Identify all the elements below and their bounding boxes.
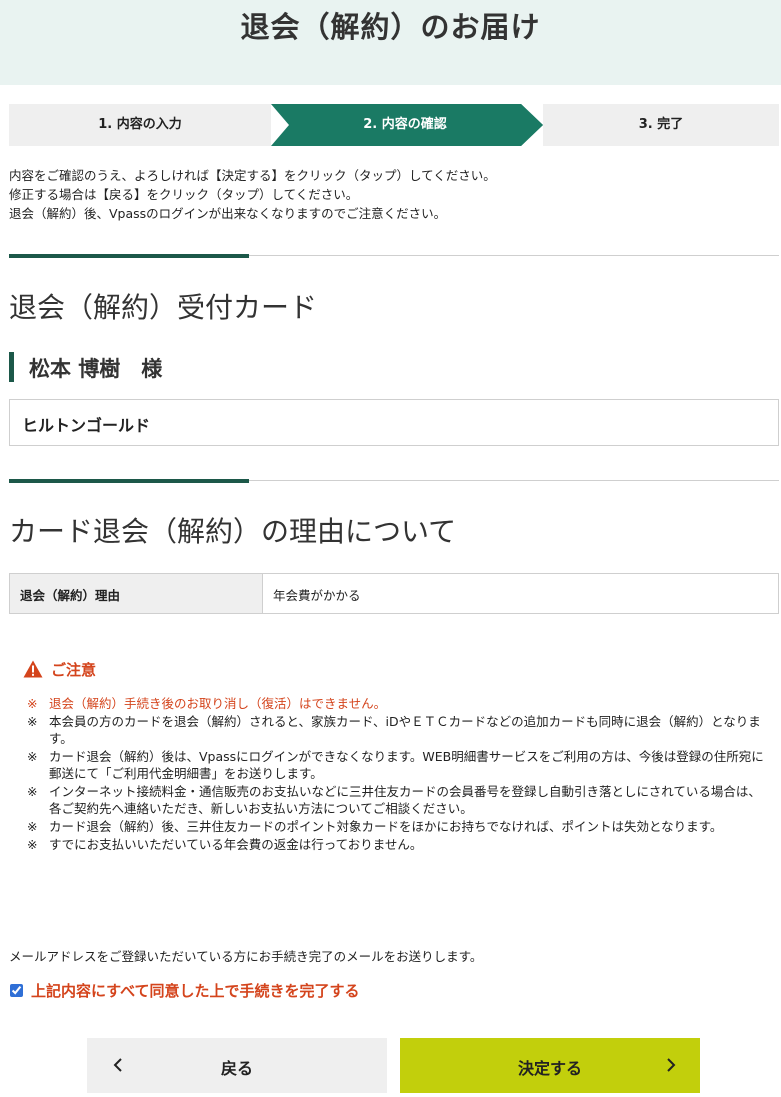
- card-section-title: 退会（解約）受付カード: [9, 291, 318, 324]
- submit-button-label: 決定する: [517, 1059, 582, 1078]
- step-2-confirm: 2. 内容の確認: [363, 117, 447, 132]
- notice-item: ※ すでにお支払いいただいている年会費の返金は行っておりません。: [27, 836, 767, 853]
- page-title: 退会（解約）のお届け: [240, 10, 541, 44]
- back-button-label: 戻る: [220, 1059, 253, 1078]
- notice-title: ご注意: [51, 661, 97, 679]
- note-mark: ※: [27, 696, 38, 711]
- note-mark: ※: [27, 784, 38, 799]
- intro-text: 内容をご確認のうえ、よろしければ【決定する】をクリック（タップ）してください。 …: [9, 166, 774, 223]
- chevron-right-icon: [667, 1058, 676, 1072]
- notice-text: インターネット接続料金・通信販売のお支払いなどに三井住友カードの会員番号を登録し…: [49, 784, 761, 816]
- agree-checkbox[interactable]: [10, 984, 23, 997]
- card-box: ヒルトンゴールド: [9, 399, 779, 446]
- step-3-arrow-notch: [521, 104, 543, 146]
- intro-line: 退会（解約）後、Vpassのログインが出来なくなりますのでご注意ください。: [9, 206, 447, 221]
- note-mark: ※: [27, 749, 38, 764]
- notice-text: すでにお支払いいただいている年会費の返金は行っておりません。: [49, 837, 423, 852]
- reason-label-cell: 退会（解約）理由: [10, 574, 263, 613]
- step-progress: 1. 内容の入力 3. 完了 2. 内容の確認: [9, 104, 779, 146]
- heading-accent-bar: [9, 352, 14, 382]
- note-mark: ※: [27, 714, 38, 729]
- holder-name: 松本 博樹 様: [29, 357, 163, 381]
- notice-item: ※ 本会員の方のカードを退会（解約）されると、家族カード、iDやＥＴＣカードなど…: [27, 713, 767, 747]
- step-1-input: 1. 内容の入力: [9, 104, 271, 146]
- submit-button[interactable]: 決定する: [400, 1038, 700, 1093]
- notice-item: ※ インターネット接続料金・通信販売のお支払いなどに三井住友カードの会員番号を登…: [27, 783, 767, 817]
- note-mark: ※: [27, 837, 38, 852]
- notice-item: ※ カード退会（解約）後は、Vpassにログインができなくなります。WEB明細書…: [27, 748, 767, 782]
- note-mark: ※: [27, 819, 38, 834]
- notice-item: ※ カード退会（解約）後、三井住友カードのポイント対象カードをほかにお持ちでなけ…: [27, 818, 767, 835]
- notice-text: カード退会（解約）後は、Vpassにログインができなくなります。WEB明細書サー…: [49, 749, 764, 781]
- warning-icon: [23, 660, 43, 678]
- mail-notice: メールアドレスをご登録いただいている方にお手続き完了のメールをお送りします。: [9, 949, 483, 964]
- section-accent-bar: [9, 254, 249, 258]
- step-3-complete: 3. 完了: [543, 104, 779, 146]
- agree-label[interactable]: 上記内容にすべて同意した上で手続きを完了する: [31, 980, 360, 1001]
- reason-table: 退会（解約）理由 年会費がかかる: [9, 573, 779, 614]
- notice-item: ※ 退会（解約）手続き後のお取り消し（復活）はできません。: [27, 695, 767, 712]
- notice-text: カード退会（解約）後、三井住友カードのポイント対象カードをほかにお持ちでなければ…: [49, 819, 723, 834]
- intro-line: 修正する場合は【戻る】をクリック（タップ）してください。: [9, 187, 359, 202]
- reason-section-title: カード退会（解約）の理由について: [9, 515, 457, 548]
- reason-label: 退会（解約）理由: [20, 588, 121, 603]
- notice-text: 退会（解約）手続き後のお取り消し（復活）はできません。: [49, 696, 387, 711]
- section-accent-bar: [9, 479, 249, 483]
- intro-line: 内容をご確認のうえ、よろしければ【決定する】をクリック（タップ）してください。: [9, 168, 496, 183]
- page-header: 退会（解約）のお届け: [0, 0, 781, 85]
- notice-list: ※ 退会（解約）手続き後のお取り消し（復活）はできません。 ※ 本会員の方のカー…: [27, 695, 767, 854]
- notice-text: 本会員の方のカードを退会（解約）されると、家族カード、iDやＥＴＣカードなどの追…: [49, 714, 761, 746]
- back-button[interactable]: 戻る: [87, 1038, 387, 1093]
- card-name: ヒルトンゴールド: [22, 416, 151, 435]
- reason-value: 年会費がかかる: [273, 588, 361, 603]
